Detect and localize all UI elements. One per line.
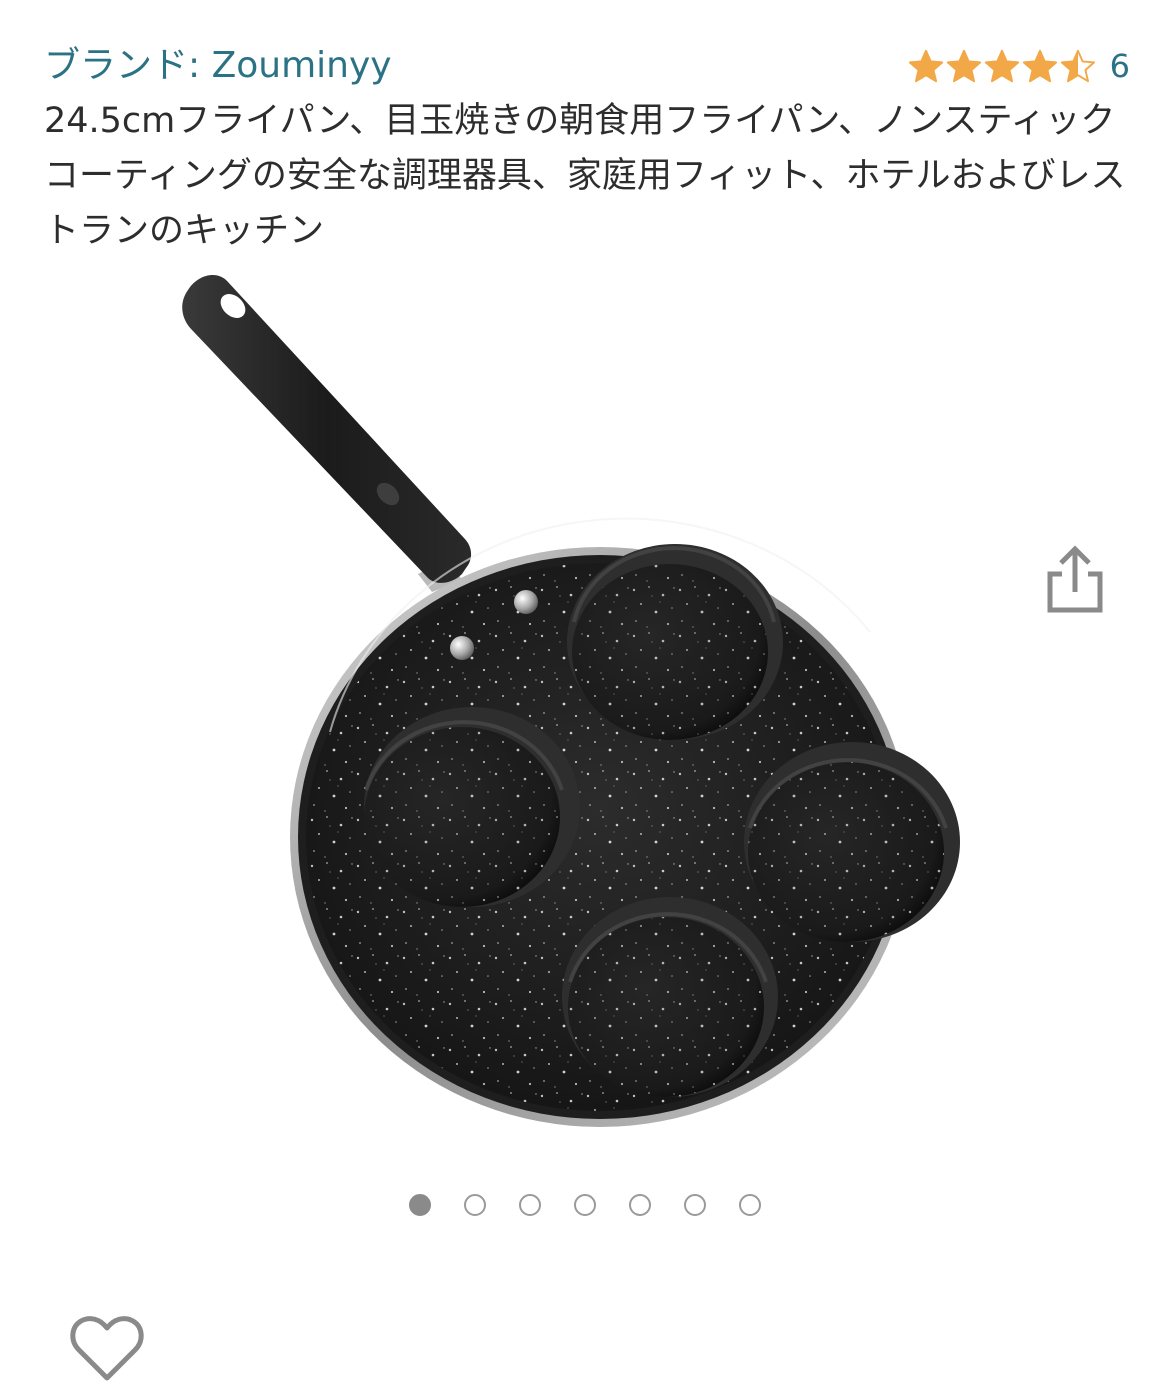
carousel-dot[interactable] — [464, 1194, 486, 1216]
star-icon — [1060, 49, 1095, 83]
carousel-pagination — [0, 1194, 1170, 1222]
star-icon — [984, 49, 1019, 83]
carousel-dot[interactable] — [409, 1194, 431, 1216]
share-icon[interactable] — [1044, 544, 1106, 616]
rating-count: 6 — [1109, 47, 1130, 85]
rating-summary[interactable]: 6 — [908, 40, 1130, 92]
star-rating — [908, 48, 1096, 84]
star-icon — [946, 49, 981, 83]
carousel-dot[interactable] — [684, 1194, 706, 1216]
product-image[interactable] — [170, 262, 1010, 1132]
pan-handle — [182, 275, 472, 592]
carousel-dot[interactable] — [739, 1194, 761, 1216]
product-image-carousel[interactable] — [0, 262, 1170, 1381]
carousel-dot[interactable] — [574, 1194, 596, 1216]
product-title: 24.5cmフライパン、目玉焼きの朝食用フライパン、ノンスティックコーティングの… — [44, 101, 1126, 251]
header-row: ブランド: Zouminyy 6 — [44, 40, 1130, 92]
heart-icon[interactable] — [70, 1312, 144, 1386]
star-icon — [908, 49, 943, 83]
carousel-dot[interactable] — [519, 1194, 541, 1216]
carousel-dot[interactable] — [629, 1194, 651, 1216]
brand-link[interactable]: ブランド: Zouminyy — [44, 40, 392, 92]
star-icon — [1022, 49, 1057, 83]
